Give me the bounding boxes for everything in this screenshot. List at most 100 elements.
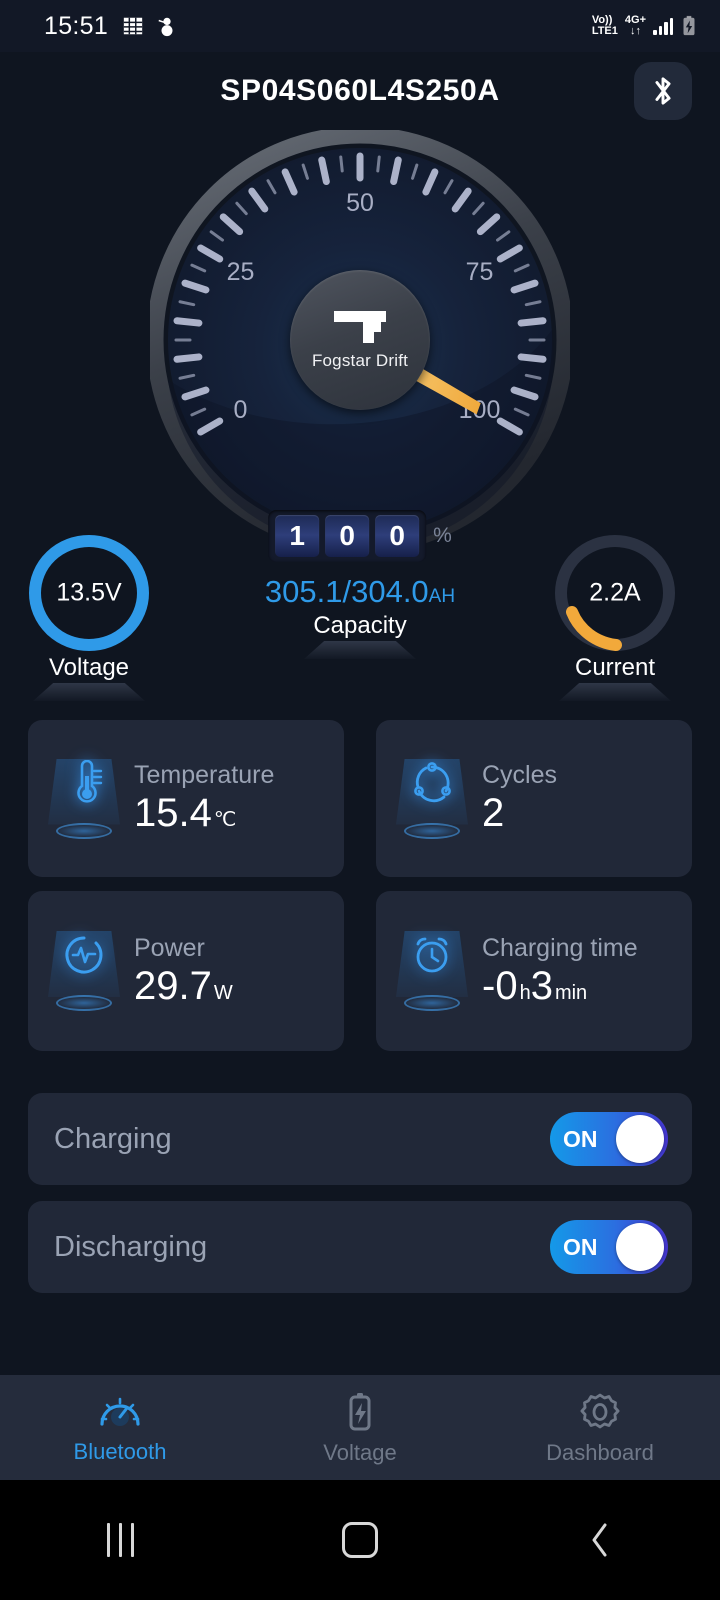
volte-indicator: Vo)) LTE1 (591, 14, 618, 37)
temperature-unit: ℃ (213, 809, 237, 832)
status-right-icons: Vo)) LTE1 4G+ ↓↑ (591, 14, 698, 37)
system-recents-button[interactable] (0, 1480, 240, 1600)
discharging-switch-knob (616, 1223, 664, 1271)
charging-switch-knob (616, 1115, 664, 1163)
back-icon (592, 1523, 607, 1557)
app-header: SP04S060L4S250A (0, 52, 720, 130)
charging-time-text: Charging time -0 h3 min (482, 934, 638, 1008)
nav-label-voltage: Voltage (323, 1439, 397, 1465)
discharging-toggle-row[interactable]: Discharging ON (28, 1201, 692, 1293)
system-navigation-bar (0, 1480, 720, 1600)
current-stat: 2.2A Current (550, 534, 680, 701)
charging-toggle-row[interactable]: Charging ON (28, 1093, 692, 1185)
voltage-value: 13.5V (56, 578, 122, 607)
battery-gauge: 0 25 50 75 100 Fogstar Drift 1 0 0 % (0, 130, 720, 562)
discharging-toggle-label: Discharging (54, 1230, 208, 1263)
current-pedestal (559, 683, 671, 701)
svg-text:50: 50 (346, 189, 374, 217)
gauge-dial: 0 25 50 75 100 Fogstar Drift 1 0 0 % (150, 130, 570, 562)
cycles-label: Cycles (482, 761, 558, 790)
snowman-icon (158, 17, 173, 37)
bluetooth-icon (655, 77, 671, 105)
charging-time-value-row: -0 h3 min (482, 963, 638, 1008)
gauge-hub: Fogstar Drift (290, 270, 430, 410)
toggle-section: Charging ON Discharging ON (28, 1093, 692, 1309)
nav-label-dashboard: Dashboard (546, 1439, 654, 1465)
bluetooth-button[interactable] (634, 62, 692, 120)
gear-icon (580, 1393, 620, 1428)
capacity-value-row: 305.1/304.0AH (230, 574, 490, 610)
brand-name: Fogstar Drift (311, 351, 409, 370)
battery-bolt-icon (349, 1392, 371, 1430)
power-label: Power (134, 933, 205, 962)
charging-toggle-label: Charging (54, 1122, 172, 1155)
thermometer-icon (77, 759, 103, 803)
temperature-label: Temperature (134, 761, 275, 790)
status-time: 15:51 (44, 11, 109, 40)
home-icon (342, 1522, 378, 1558)
current-value: 2.2A (589, 578, 641, 607)
cycles-text: Cycles 2 (482, 761, 557, 835)
voltage-stat: 13.5V Voltage (24, 534, 154, 701)
system-home-button[interactable] (240, 1480, 480, 1600)
charging-time-label: Charging time (482, 933, 638, 962)
cycles-card[interactable]: Cycles 2 (376, 720, 692, 877)
capacity-unit: AH (428, 586, 456, 607)
nav-label-bluetooth: Bluetooth (73, 1438, 167, 1464)
status-left-icons (122, 15, 178, 37)
charging-switch-state: ON (563, 1125, 598, 1152)
nav-item-voltage[interactable]: Voltage (240, 1375, 480, 1480)
fogstar-logo-icon (332, 309, 388, 347)
nav-item-bluetooth[interactable]: Bluetooth (0, 1375, 240, 1480)
voltage-label: Voltage (48, 654, 130, 681)
temperature-hologram (42, 753, 126, 845)
discharging-switch[interactable]: ON (550, 1220, 668, 1274)
network-arrows: ↓↑ (629, 25, 641, 37)
network-indicator: 4G+ ↓↑ (625, 14, 646, 37)
capacity-label: Capacity (313, 612, 407, 639)
cycles-icon (414, 761, 451, 802)
charging-time-hologram (390, 925, 474, 1017)
cycles-hologram (390, 753, 474, 845)
svg-text:75: 75 (466, 258, 494, 286)
charging-time-hours-unit: h (519, 981, 531, 1004)
power-hologram (42, 925, 126, 1017)
charging-time-hours: -0 (482, 963, 518, 1008)
capacity-value: 305.1/304.0 (264, 574, 429, 609)
bottom-navigation: Bluetooth Voltage Dashboard (0, 1375, 720, 1480)
power-pulse-icon (65, 936, 103, 974)
volte-bottom: LTE1 (591, 25, 618, 37)
temperature-value: 15.4 (134, 791, 212, 836)
power-card[interactable]: Power 29.7 W (28, 891, 344, 1051)
charging-time-card[interactable]: Charging time -0 h3 min (376, 891, 692, 1051)
charging-switch[interactable]: ON (550, 1112, 668, 1166)
ring-stats-row: 13.5V Voltage 305.1/304.0AH Capacity 2.2… (0, 534, 720, 704)
temperature-text: Temperature 15.4 ℃ (134, 761, 274, 835)
power-value: 29.7 (134, 963, 212, 1008)
voltage-pedestal (33, 683, 145, 701)
charging-time-minutes: 3 (530, 963, 553, 1008)
system-back-button[interactable] (480, 1480, 720, 1600)
status-bar: 15:51 Vo)) LTE1 4G+ ↓↑ (0, 0, 720, 52)
discharging-switch-state: ON (563, 1233, 598, 1260)
calendar-icon (123, 17, 143, 35)
capacity-stat: 305.1/304.0AH Capacity (230, 574, 490, 659)
temperature-value-row: 15.4 ℃ (134, 792, 274, 835)
signal-bars-icon (653, 17, 673, 35)
metric-cards: Temperature 15.4 ℃ Cycles 2 Power 29.7 W… (28, 720, 692, 1051)
svg-text:25: 25 (227, 258, 255, 286)
page-title: SP04S060L4S250A (220, 74, 500, 107)
current-ring: 2.2A (550, 534, 680, 652)
power-text: Power 29.7 W (134, 934, 233, 1008)
svg-text:0: 0 (234, 396, 248, 424)
cycles-value: 2 (482, 791, 505, 836)
temperature-card[interactable]: Temperature 15.4 ℃ (28, 720, 344, 877)
voltage-ring: 13.5V (24, 534, 154, 652)
gauge-icon (100, 1397, 140, 1426)
nav-item-dashboard[interactable]: Dashboard (480, 1375, 720, 1480)
alarm-clock-icon (416, 937, 448, 973)
battery-charging-icon (683, 15, 695, 36)
power-unit: W (213, 981, 233, 1004)
capacity-pedestal (304, 641, 416, 659)
power-value-row: 29.7 W (134, 963, 233, 1008)
